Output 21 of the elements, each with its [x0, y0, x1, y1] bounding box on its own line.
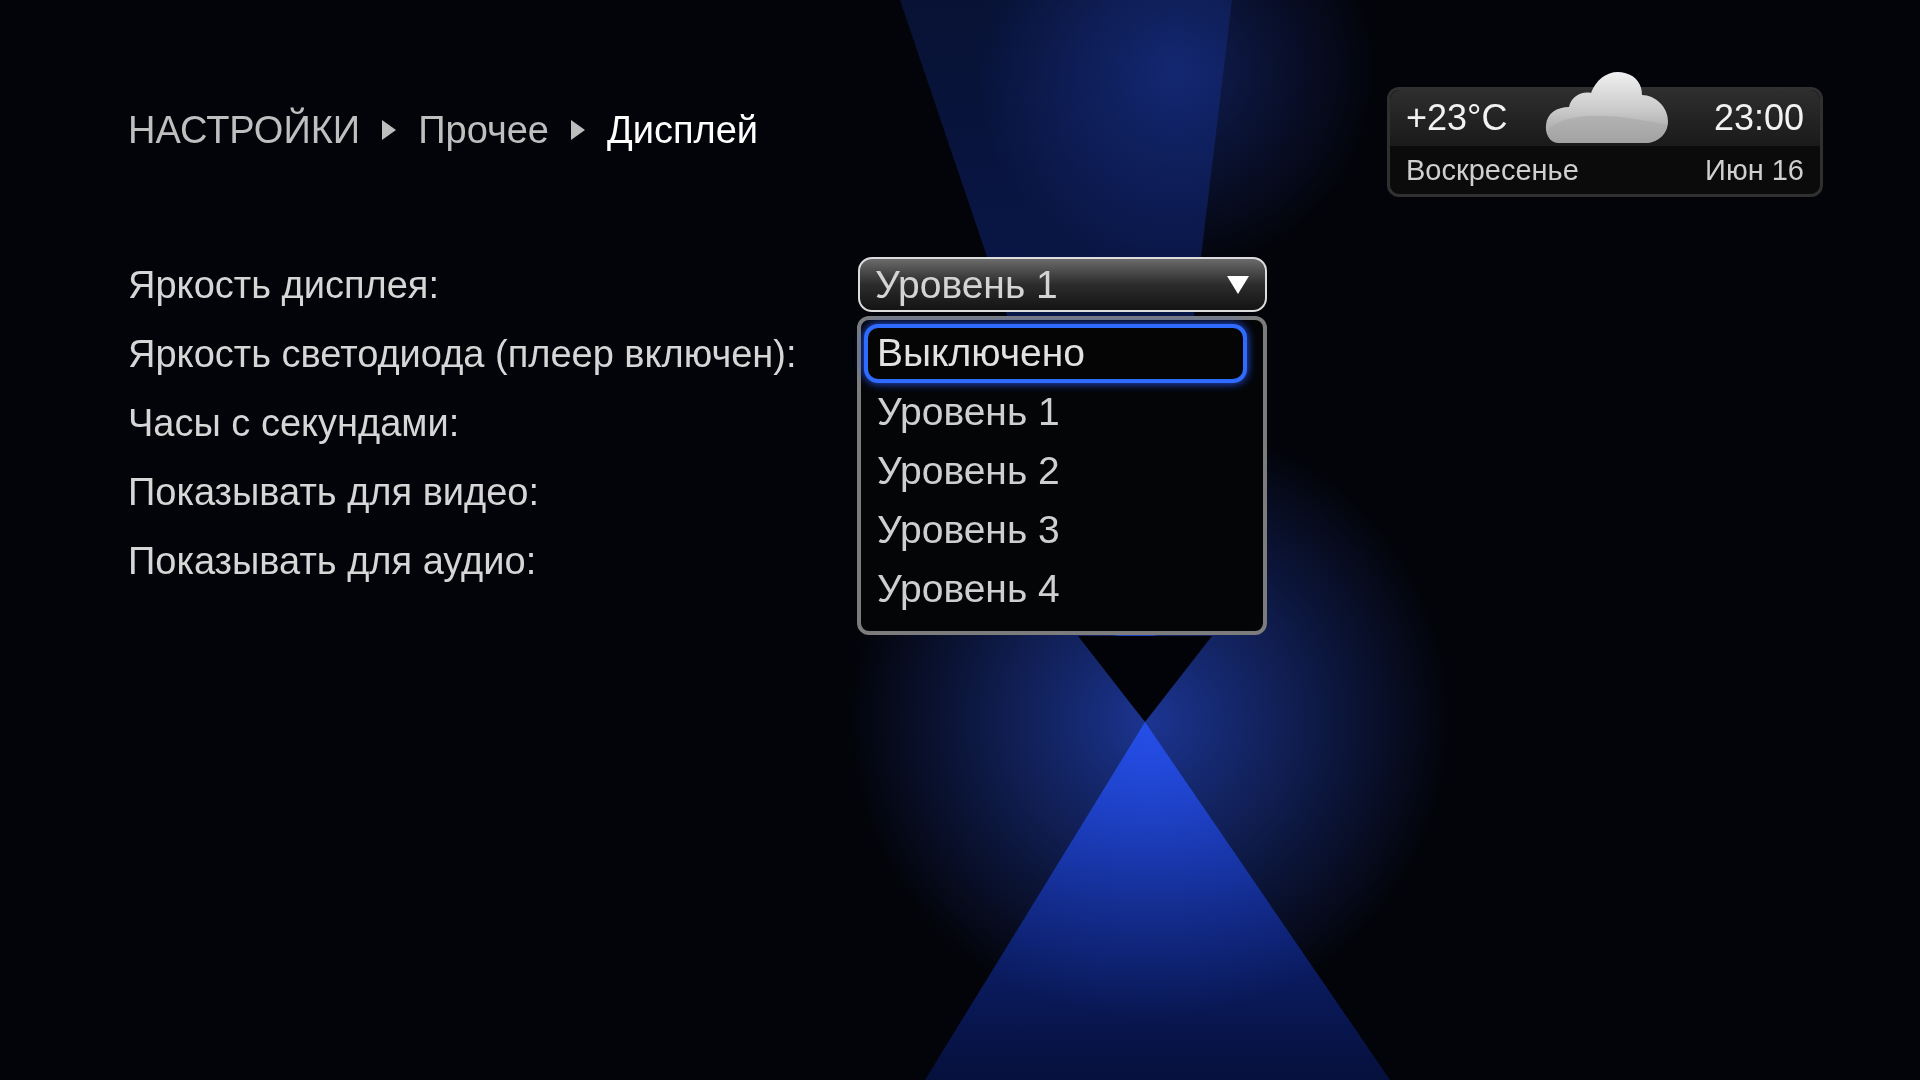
weekday-text: Воскресенье: [1406, 153, 1579, 188]
caret-right-icon: [571, 120, 585, 140]
dropdown-option[interactable]: Уровень 4: [864, 560, 1247, 619]
setting-label: Яркость дисплея:: [128, 262, 439, 308]
setting-label: Часы с секундами:: [128, 400, 460, 446]
dropdown-button[interactable]: Уровень 1: [858, 257, 1267, 312]
dropdown-option[interactable]: Уровень 3: [864, 501, 1247, 560]
setting-label: Показывать для видео:: [128, 469, 540, 515]
temperature-text: +23°C: [1406, 96, 1508, 140]
dropdown-option[interactable]: Выключено: [864, 324, 1247, 383]
dropdown-option[interactable]: Уровень 2: [864, 442, 1247, 501]
caret-down-icon: [1227, 275, 1249, 294]
breadcrumb-item: Дисплей: [607, 108, 759, 153]
breadcrumb-item: НАСТРОЙКИ: [128, 106, 361, 153]
date-text: Июн 16: [1705, 153, 1804, 188]
setting-label: Яркость светодиода (плеер включен):: [128, 331, 797, 377]
time-text: 23:00: [1713, 96, 1804, 140]
breadcrumb-item: Прочее: [418, 108, 549, 153]
setting-label: Показывать для аудио:: [128, 538, 537, 584]
caret-right-icon: [382, 120, 397, 140]
dropdown-option[interactable]: Уровень 1: [864, 383, 1247, 442]
